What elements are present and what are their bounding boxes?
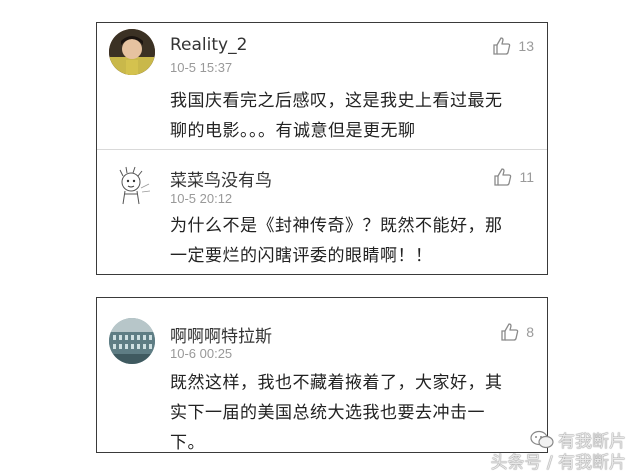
like-count: 11 (519, 169, 534, 185)
comment-text-line: 聊的电影。。。有诚意但是更无聊 (170, 121, 416, 141)
comment-item-2: 菜菜鸟没有鸟 10-5 20:12 11 为什么不是《封神传奇》？既然不能好，那… (97, 150, 547, 274)
photo-avatar-icon (109, 29, 155, 75)
thumbs-up-icon (501, 323, 519, 341)
thumbs-up-icon (494, 168, 512, 186)
watermark-source: 头条号 / 有我断片 (490, 453, 626, 473)
comment-text: 为什么不是《封神传奇》？既然不能好，那 一定要烂的闪瞎评委的眼睛啊！！ (170, 211, 503, 271)
wechat-icon (530, 430, 554, 448)
comment-text-line: 一定要烂的闪瞎评委的眼睛啊！！ (170, 246, 433, 266)
comment-text-line: 我国庆看完之后感叹，这是我史上看过最无 (170, 91, 503, 111)
like-count: 13 (518, 38, 534, 54)
comment-text-line: 下。 (170, 433, 205, 453)
timestamp: 10-6 00:25 (170, 346, 233, 361)
comment-item-3: 啊啊啊特拉斯 10-6 00:25 8 既然这样，我也不藏着掖着了，大家好，其 … (97, 298, 547, 453)
comment-text: 我国庆看完之后感叹，这是我史上看过最无 聊的电影。。。有诚意但是更无聊 (170, 86, 503, 146)
like-button[interactable]: 8 (500, 322, 534, 342)
username[interactable]: 菜菜鸟没有鸟 (170, 166, 272, 191)
like-button[interactable]: 11 (493, 167, 534, 187)
building-photo-avatar-icon (109, 318, 155, 364)
comment-text-line: 既然这样，我也不藏着掖着了，大家好，其 (170, 373, 503, 393)
comment-text-line: 实下一届的美国总统大选我也要去冲击一 (170, 403, 485, 423)
comment-card-1: Reality_2 10-5 15:37 13 我国庆看完之后感叹，这是我史上看… (96, 22, 548, 275)
like-button[interactable]: 13 (492, 36, 534, 56)
like-count: 8 (526, 324, 534, 340)
username[interactable]: Reality_2 (170, 35, 247, 55)
username[interactable]: 啊啊啊特拉斯 (170, 322, 272, 347)
comment-text: 既然这样，我也不藏着掖着了，大家好，其 实下一届的美国总统大选我也要去冲击一 下… (170, 368, 503, 458)
thumbs-up-icon (493, 37, 511, 55)
cartoon-sketch-avatar-icon (109, 164, 155, 210)
avatar[interactable] (109, 164, 155, 210)
avatar[interactable] (109, 318, 155, 364)
timestamp: 10-5 20:12 (170, 191, 233, 206)
timestamp: 10-5 15:37 (170, 60, 233, 75)
comment-text-line: 为什么不是《封神传奇》？既然不能好，那 (170, 216, 503, 236)
comment-card-2: 啊啊啊特拉斯 10-6 00:25 8 既然这样，我也不藏着掖着了，大家好，其 … (96, 297, 548, 453)
comment-item-1: Reality_2 10-5 15:37 13 我国庆看完之后感叹，这是我史上看… (97, 23, 547, 149)
avatar[interactable] (109, 29, 155, 75)
